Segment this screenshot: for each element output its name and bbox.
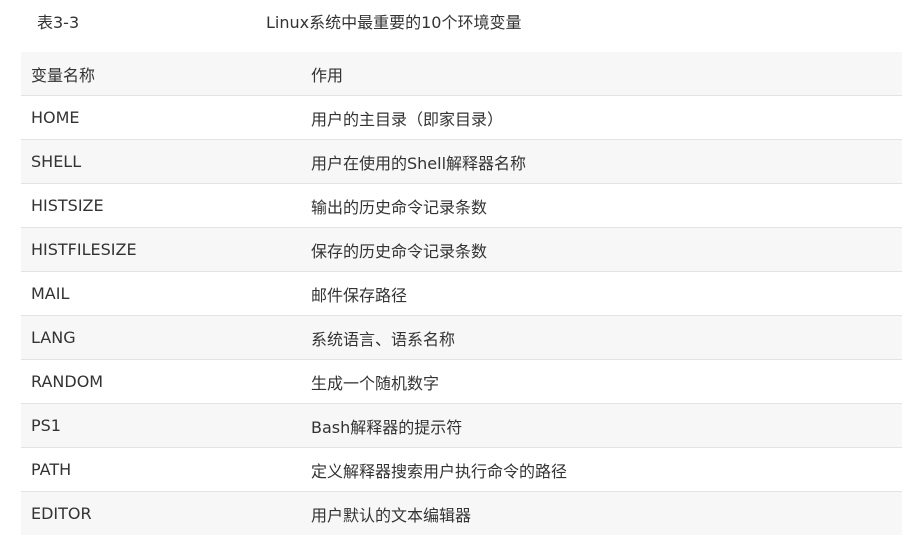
table-row: LANG 系统语言、语系名称: [21, 315, 902, 360]
table-row: HOME 用户的主目录（即家目录）: [21, 95, 902, 140]
variable-name-cell: PS1: [21, 403, 301, 448]
header-row: 变量名称 作用: [21, 52, 902, 96]
purpose-cell: 输出的历史命令记录条数: [301, 183, 902, 228]
table-row: SHELL 用户在使用的Shell解释器名称: [21, 139, 902, 184]
purpose-cell: 邮件保存路径: [301, 271, 902, 316]
variable-name-cell: MAIL: [21, 271, 301, 316]
purpose-cell: 定义解释器搜索用户执行命令的路径: [301, 447, 902, 492]
table-number-label: 表3-3: [37, 13, 80, 32]
purpose-cell: 生成一个随机数字: [301, 359, 902, 404]
purpose-cell: Bash解释器的提示符: [301, 403, 902, 448]
variable-name-cell: HOME: [21, 95, 301, 140]
table-row: HISTFILESIZE 保存的历史命令记录条数: [21, 227, 902, 272]
environment-variables-table: 变量名称 作用 HOME 用户的主目录（即家目录） SHELL 用户在使用的Sh…: [21, 52, 902, 535]
variable-name-cell: PATH: [21, 447, 301, 492]
table-row: PS1 Bash解释器的提示符: [21, 403, 902, 448]
purpose-cell: 用户的主目录（即家目录）: [301, 95, 902, 140]
purpose-cell: 保存的历史命令记录条数: [301, 227, 902, 272]
variable-name-cell: HISTFILESIZE: [21, 227, 301, 272]
variable-name-cell: RANDOM: [21, 359, 301, 404]
variable-name-cell: EDITOR: [31, 504, 92, 523]
table-row: PATH 定义解释器搜索用户执行命令的路径: [21, 447, 902, 492]
table-title: Linux系统中最重要的10个环境变量: [266, 13, 522, 32]
variable-name-cell: LANG: [21, 315, 301, 360]
table-row: RANDOM 生成一个随机数字: [21, 359, 902, 404]
purpose-cell: 用户在使用的Shell解释器名称: [301, 139, 902, 184]
purpose-cell: 用户默认的文本编辑器: [311, 505, 472, 525]
column-header-purpose: 作用: [301, 52, 902, 96]
variable-name-cell: SHELL: [21, 139, 301, 184]
table-row: HISTSIZE 输出的历史命令记录条数: [21, 183, 902, 228]
table-body: HOME 用户的主目录（即家目录） SHELL 用户在使用的Shell解释器名称…: [21, 95, 902, 535]
column-header-variable-name: 变量名称: [21, 52, 301, 96]
table-header: 变量名称 作用: [21, 52, 902, 96]
table-caption: 表3-3 Linux系统中最重要的10个环境变量: [0, 0, 902, 48]
table-row: MAIL 邮件保存路径: [21, 271, 902, 316]
variable-name-cell: HISTSIZE: [21, 183, 301, 228]
purpose-cell: 系统语言、语系名称: [301, 315, 902, 360]
table-row: EDITOR 用户默认的文本编辑器: [21, 491, 902, 535]
